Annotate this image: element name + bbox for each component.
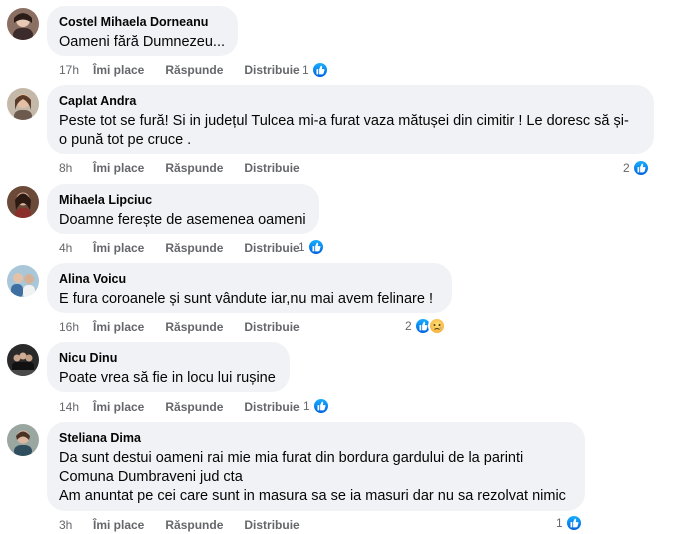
reaction-summary[interactable]: 1 bbox=[556, 514, 583, 532]
reaction-summary[interactable]: 1 bbox=[303, 397, 330, 415]
like-icon bbox=[311, 397, 330, 415]
reaction-count: 1 bbox=[302, 63, 309, 77]
like-icon bbox=[306, 238, 325, 256]
reaction-count: 2 bbox=[405, 319, 412, 333]
comment-bubble: Caplat Andra Peste tot se fură! Si in ju… bbox=[47, 85, 654, 154]
reaction-count: 1 bbox=[556, 516, 563, 530]
like-button[interactable]: Îmi place bbox=[93, 400, 144, 414]
share-button[interactable]: Distribuie bbox=[244, 241, 299, 255]
comment-time[interactable]: 4h bbox=[59, 241, 93, 255]
reaction-summary[interactable]: 2 bbox=[405, 317, 446, 335]
share-button[interactable]: Distribuie bbox=[244, 400, 299, 414]
comment-actions: 3h Îmi place Răspunde Distribuie bbox=[59, 516, 300, 534]
reply-button[interactable]: Răspunde bbox=[165, 518, 223, 532]
reaction-summary[interactable]: 1 bbox=[302, 61, 329, 79]
sad-face-icon bbox=[427, 317, 446, 335]
share-button[interactable]: Distribuie bbox=[244, 518, 299, 532]
comment-time[interactable]: 3h bbox=[59, 518, 93, 532]
like-icon bbox=[310, 61, 329, 79]
comment-text: Peste tot se fură! Si in județul Tulcea … bbox=[59, 113, 629, 148]
reaction-count: 1 bbox=[298, 240, 305, 254]
avatar[interactable] bbox=[7, 88, 39, 120]
reply-button[interactable]: Răspunde bbox=[165, 320, 223, 334]
comment-author[interactable]: Caplat Andra bbox=[59, 93, 642, 109]
comment-author[interactable]: Nicu Dinu bbox=[59, 350, 278, 366]
comment-time[interactable]: 17h bbox=[59, 63, 93, 77]
like-button[interactable]: Îmi place bbox=[93, 161, 144, 175]
like-button[interactable]: Îmi place bbox=[93, 320, 144, 334]
comment-bubble: Nicu Dinu Poate vrea să fie in locu lui … bbox=[47, 342, 290, 392]
comment-bubble: Costel Mihaela Dorneanu Oameni fără Dumn… bbox=[47, 6, 238, 56]
comment-text: Da sunt destui oameni rai mie mia furat … bbox=[59, 450, 566, 504]
reaction-count: 1 bbox=[303, 399, 310, 413]
share-button[interactable]: Distribuie bbox=[244, 63, 299, 77]
avatar[interactable] bbox=[7, 186, 39, 218]
comment-text: E fura coroanele și sunt vândute iar,nu … bbox=[59, 291, 433, 307]
like-icon bbox=[631, 159, 650, 177]
like-button[interactable]: Îmi place bbox=[93, 63, 144, 77]
comment-text: Doamne ferește de asemenea oameni bbox=[59, 212, 306, 228]
avatar[interactable] bbox=[7, 424, 39, 456]
comment-author[interactable]: Costel Mihaela Dorneanu bbox=[59, 14, 226, 30]
comment-text: Poate vrea să fie in locu lui rușine bbox=[59, 370, 276, 386]
comment-author[interactable]: Mihaela Lipciuc bbox=[59, 192, 307, 208]
reply-button[interactable]: Răspunde bbox=[165, 63, 223, 77]
comment-author[interactable]: Steliana Dima bbox=[59, 430, 573, 446]
comment-actions: 14h Îmi place Răspunde Distribuie bbox=[59, 398, 300, 416]
avatar[interactable] bbox=[7, 265, 39, 297]
comment-actions: 16h Îmi place Răspunde Distribuie bbox=[59, 318, 300, 336]
comment-text: Oameni fără Dumnezeu... bbox=[59, 34, 226, 50]
reply-button[interactable]: Răspunde bbox=[165, 241, 223, 255]
reaction-summary[interactable]: 1 bbox=[298, 238, 325, 256]
avatar[interactable] bbox=[7, 344, 39, 376]
comment-bubble: Mihaela Lipciuc Doamne ferește de asemen… bbox=[47, 184, 319, 234]
comment-time[interactable]: 14h bbox=[59, 400, 93, 414]
like-button[interactable]: Îmi place bbox=[93, 241, 144, 255]
reaction-summary[interactable]: 2 bbox=[623, 159, 650, 177]
like-button[interactable]: Îmi place bbox=[93, 518, 144, 532]
comment-actions: 8h Îmi place Răspunde Distribuie bbox=[59, 159, 300, 177]
comment-bubble: Alina Voicu E fura coroanele și sunt vân… bbox=[47, 263, 452, 313]
comment-time[interactable]: 8h bbox=[59, 161, 93, 175]
reply-button[interactable]: Răspunde bbox=[165, 161, 223, 175]
comment-actions: 4h Îmi place Răspunde Distribuie bbox=[59, 239, 300, 257]
reply-button[interactable]: Răspunde bbox=[165, 400, 223, 414]
avatar[interactable] bbox=[7, 8, 39, 40]
comment-time[interactable]: 16h bbox=[59, 320, 93, 334]
comment-bubble: Steliana Dima Da sunt destui oameni rai … bbox=[47, 422, 585, 511]
like-icon bbox=[564, 514, 583, 532]
share-button[interactable]: Distribuie bbox=[244, 161, 299, 175]
comment-author[interactable]: Alina Voicu bbox=[59, 271, 440, 287]
reaction-count: 2 bbox=[623, 161, 630, 175]
share-button[interactable]: Distribuie bbox=[244, 320, 299, 334]
comment-actions: 17h Îmi place Răspunde Distribuie bbox=[59, 61, 300, 79]
